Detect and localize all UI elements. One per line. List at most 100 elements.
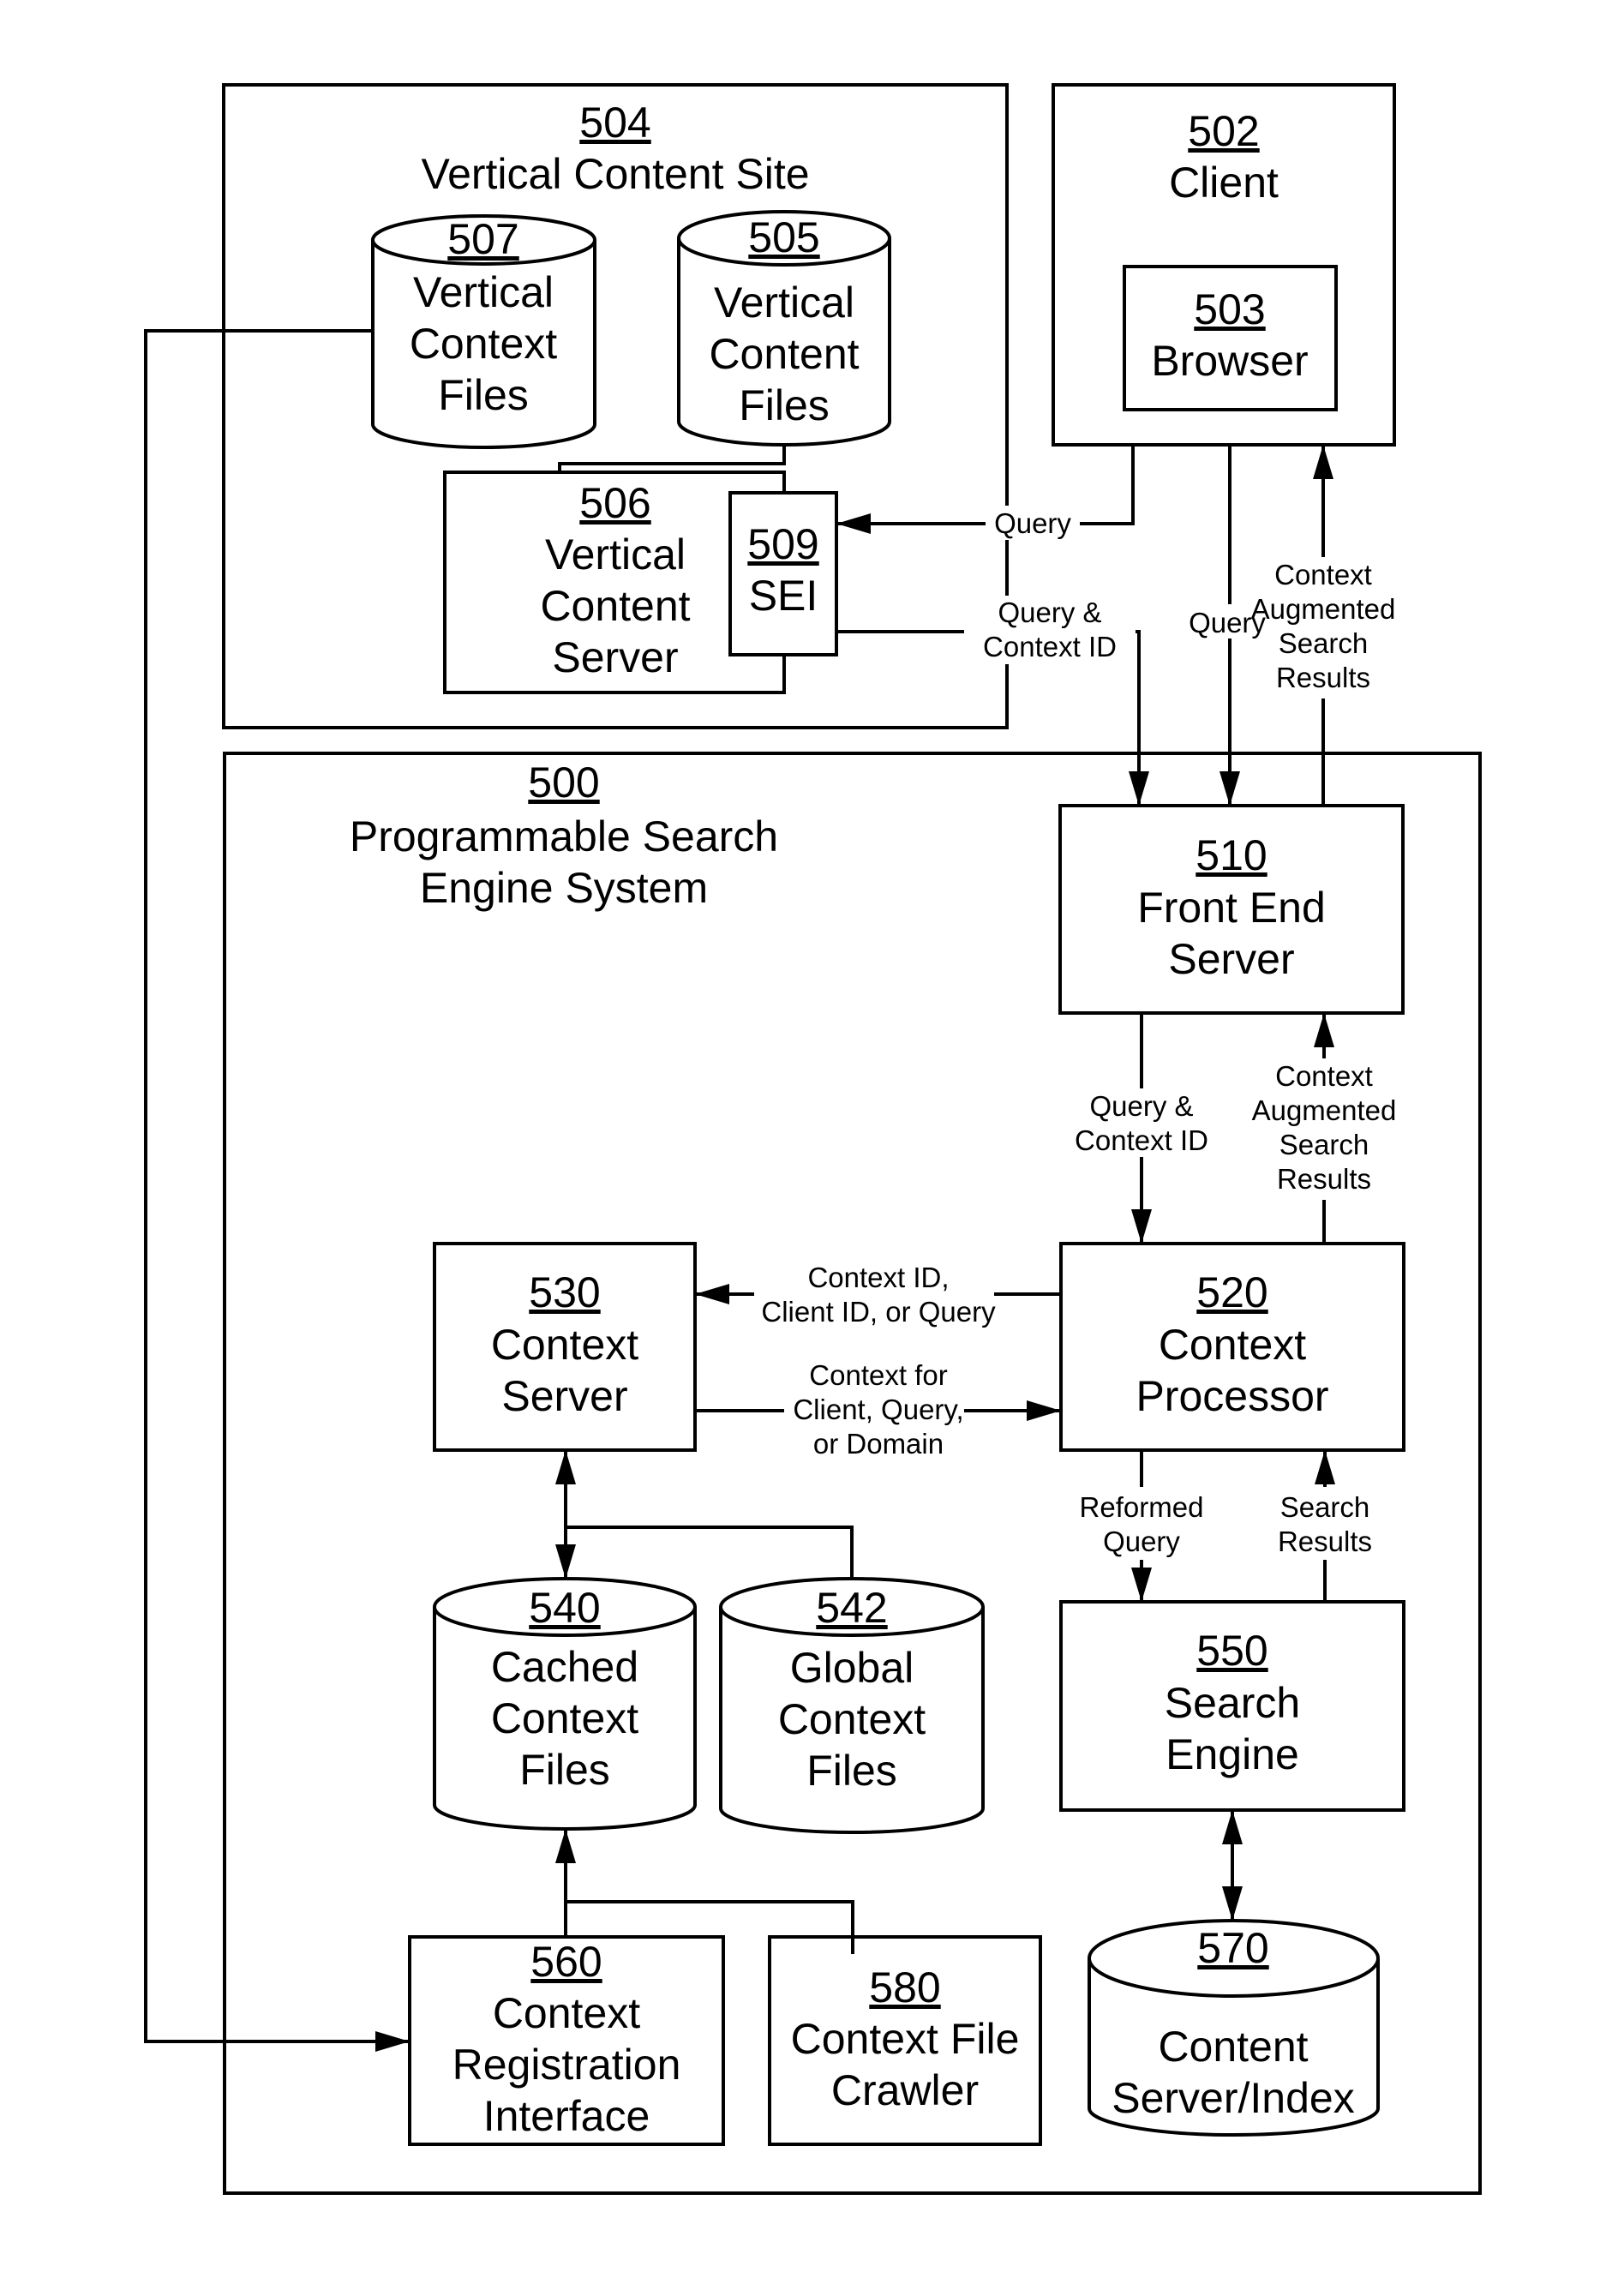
svg-text:Context for: Context for: [809, 1359, 947, 1391]
svg-text:Programmable Search: Programmable Search: [350, 812, 778, 860]
svg-text:Client ID, or Query: Client ID, or Query: [761, 1296, 996, 1328]
svg-text:504: 504: [579, 99, 650, 147]
node-540-cached-context-files: 540 Cached Context Files: [433, 1577, 697, 1831]
svg-text:500: 500: [528, 758, 599, 806]
svg-text:Vertical: Vertical: [714, 279, 854, 327]
svg-text:Context: Context: [491, 1321, 638, 1369]
svg-text:505: 505: [748, 213, 819, 261]
svg-text:Files: Files: [438, 371, 529, 419]
edge-label-520-to-510: Context Augmented Search Results: [1243, 1058, 1405, 1200]
node-510-front-end-server: 510 Front End Server: [1058, 804, 1405, 1015]
svg-text:Vertical Content Site: Vertical Content Site: [421, 150, 809, 198]
svg-text:510: 510: [1196, 831, 1267, 879]
svg-text:Crawler: Crawler: [831, 2066, 979, 2114]
svg-text:542: 542: [816, 1584, 887, 1632]
svg-text:Browser: Browser: [1151, 337, 1308, 385]
svg-text:Server: Server: [552, 633, 678, 681]
svg-text:Results: Results: [1277, 1163, 1371, 1195]
svg-text:Content: Content: [709, 330, 859, 378]
svg-text:Search: Search: [1280, 1491, 1370, 1523]
diagram-canvas: Query Query & Context ID Query Context A…: [144, 83, 1482, 2195]
svg-text:Results: Results: [1278, 1526, 1372, 1557]
node-507-vertical-context-files: 507 Vertical Context Files: [371, 214, 596, 449]
edge-542-to-530: [566, 1526, 854, 1579]
svg-text:Context ID: Context ID: [1075, 1124, 1208, 1156]
svg-text:Results: Results: [1276, 662, 1370, 693]
svg-text:506: 506: [579, 479, 650, 527]
svg-text:Context ID,: Context ID,: [807, 1262, 949, 1293]
svg-text:502: 502: [1188, 107, 1259, 155]
node-570-content-server-index: 570 Content Server/Index: [1088, 1919, 1380, 2137]
svg-text:Context ID: Context ID: [983, 631, 1117, 662]
node-560-context-registration-interface: 560 Context Registration Interface: [408, 1935, 725, 2146]
svg-text:Engine System: Engine System: [420, 864, 708, 912]
svg-text:Server/Index: Server/Index: [1112, 2074, 1354, 2122]
svg-text:Registration: Registration: [452, 2041, 681, 2089]
svg-text:Server: Server: [1168, 935, 1294, 983]
svg-text:570: 570: [1197, 1924, 1268, 1972]
svg-text:Search: Search: [1165, 1679, 1300, 1727]
svg-text:Files: Files: [806, 1747, 897, 1795]
svg-text:Query &: Query &: [1089, 1090, 1193, 1122]
svg-text:Content: Content: [540, 582, 690, 630]
svg-text:Cached: Cached: [491, 1643, 638, 1691]
edge-label-510-to-502: Context Augmented Search Results: [1251, 557, 1396, 698]
svg-text:530: 530: [529, 1268, 600, 1316]
svg-text:Client: Client: [1169, 159, 1279, 207]
svg-text:Front End: Front End: [1137, 884, 1326, 932]
svg-text:Files: Files: [739, 381, 830, 429]
svg-text:Content: Content: [1158, 2023, 1308, 2071]
node-542-global-context-files: 542 Global Context Files: [719, 1577, 985, 1834]
edge-505-to-506: [558, 445, 786, 472]
svg-text:or Domain: or Domain: [813, 1428, 944, 1460]
svg-text:Context File: Context File: [791, 2015, 1020, 2063]
svg-text:Files: Files: [519, 1746, 610, 1794]
svg-text:Context: Context: [410, 320, 557, 368]
edge-label-530-to-520: Context for Client, Query, or Domain: [784, 1354, 964, 1461]
edge-507-to-560: [144, 329, 410, 2052]
svg-text:SEI: SEI: [749, 572, 818, 620]
svg-text:503: 503: [1194, 285, 1265, 333]
node-520-context-processor: 520 Context Processor: [1059, 1242, 1405, 1452]
svg-text:Context: Context: [1274, 559, 1372, 590]
node-550-search-engine: 550 Search Engine: [1059, 1600, 1405, 1812]
svg-text:Context: Context: [778, 1695, 926, 1743]
edge-label-510-to-520: Query & Context ID: [1063, 1088, 1225, 1157]
node-530-context-server: 530 Context Server: [433, 1242, 697, 1452]
node-509-sei: 509 SEI: [728, 491, 838, 656]
svg-text:560: 560: [530, 1938, 602, 1986]
svg-text:Query &: Query &: [998, 596, 1101, 628]
svg-text:507: 507: [447, 215, 518, 263]
node-502-label: 502 Client: [1169, 107, 1279, 207]
svg-text:Reformed: Reformed: [1080, 1491, 1204, 1523]
svg-text:520: 520: [1196, 1268, 1267, 1316]
svg-text:Query: Query: [994, 507, 1071, 539]
edge-label-509-to-510: Query & Context ID: [964, 596, 1136, 664]
edge-label-550-to-520: Search Results: [1268, 1487, 1384, 1560]
svg-text:Interface: Interface: [483, 2092, 650, 2140]
svg-text:Augmented: Augmented: [1252, 1094, 1397, 1126]
svg-text:Search: Search: [1279, 627, 1369, 659]
svg-text:Augmented: Augmented: [1251, 593, 1396, 625]
svg-text:Context: Context: [491, 1694, 638, 1742]
svg-text:Search: Search: [1279, 1129, 1369, 1160]
svg-text:Query: Query: [1103, 1526, 1180, 1557]
edge-label-520-to-530: Context ID, Client ID, or Query: [754, 1256, 996, 1328]
svg-text:509: 509: [747, 520, 818, 568]
svg-text:Vertical: Vertical: [545, 531, 686, 578]
svg-text:Context: Context: [1159, 1321, 1306, 1369]
node-504-label: 504 Vertical Content Site: [421, 99, 809, 198]
svg-text:Vertical: Vertical: [413, 268, 554, 316]
svg-text:Server: Server: [501, 1372, 627, 1420]
svg-text:540: 540: [529, 1584, 600, 1632]
svg-text:580: 580: [869, 1963, 940, 2011]
svg-text:Engine: Engine: [1166, 1730, 1299, 1778]
node-505-vertical-content-files: 505 Vertical Content Files: [677, 210, 891, 447]
svg-text:Processor: Processor: [1136, 1372, 1328, 1420]
node-503-browser: 503 Browser: [1123, 265, 1338, 411]
edge-502-to-509: [836, 445, 1135, 534]
node-500-label: 500 Programmable Search Engine System: [350, 758, 778, 912]
edge-label-520-to-550: Reformed Query: [1071, 1487, 1217, 1560]
svg-text:550: 550: [1196, 1627, 1267, 1675]
node-580-context-file-crawler: 580 Context File Crawler: [768, 1935, 1042, 2146]
